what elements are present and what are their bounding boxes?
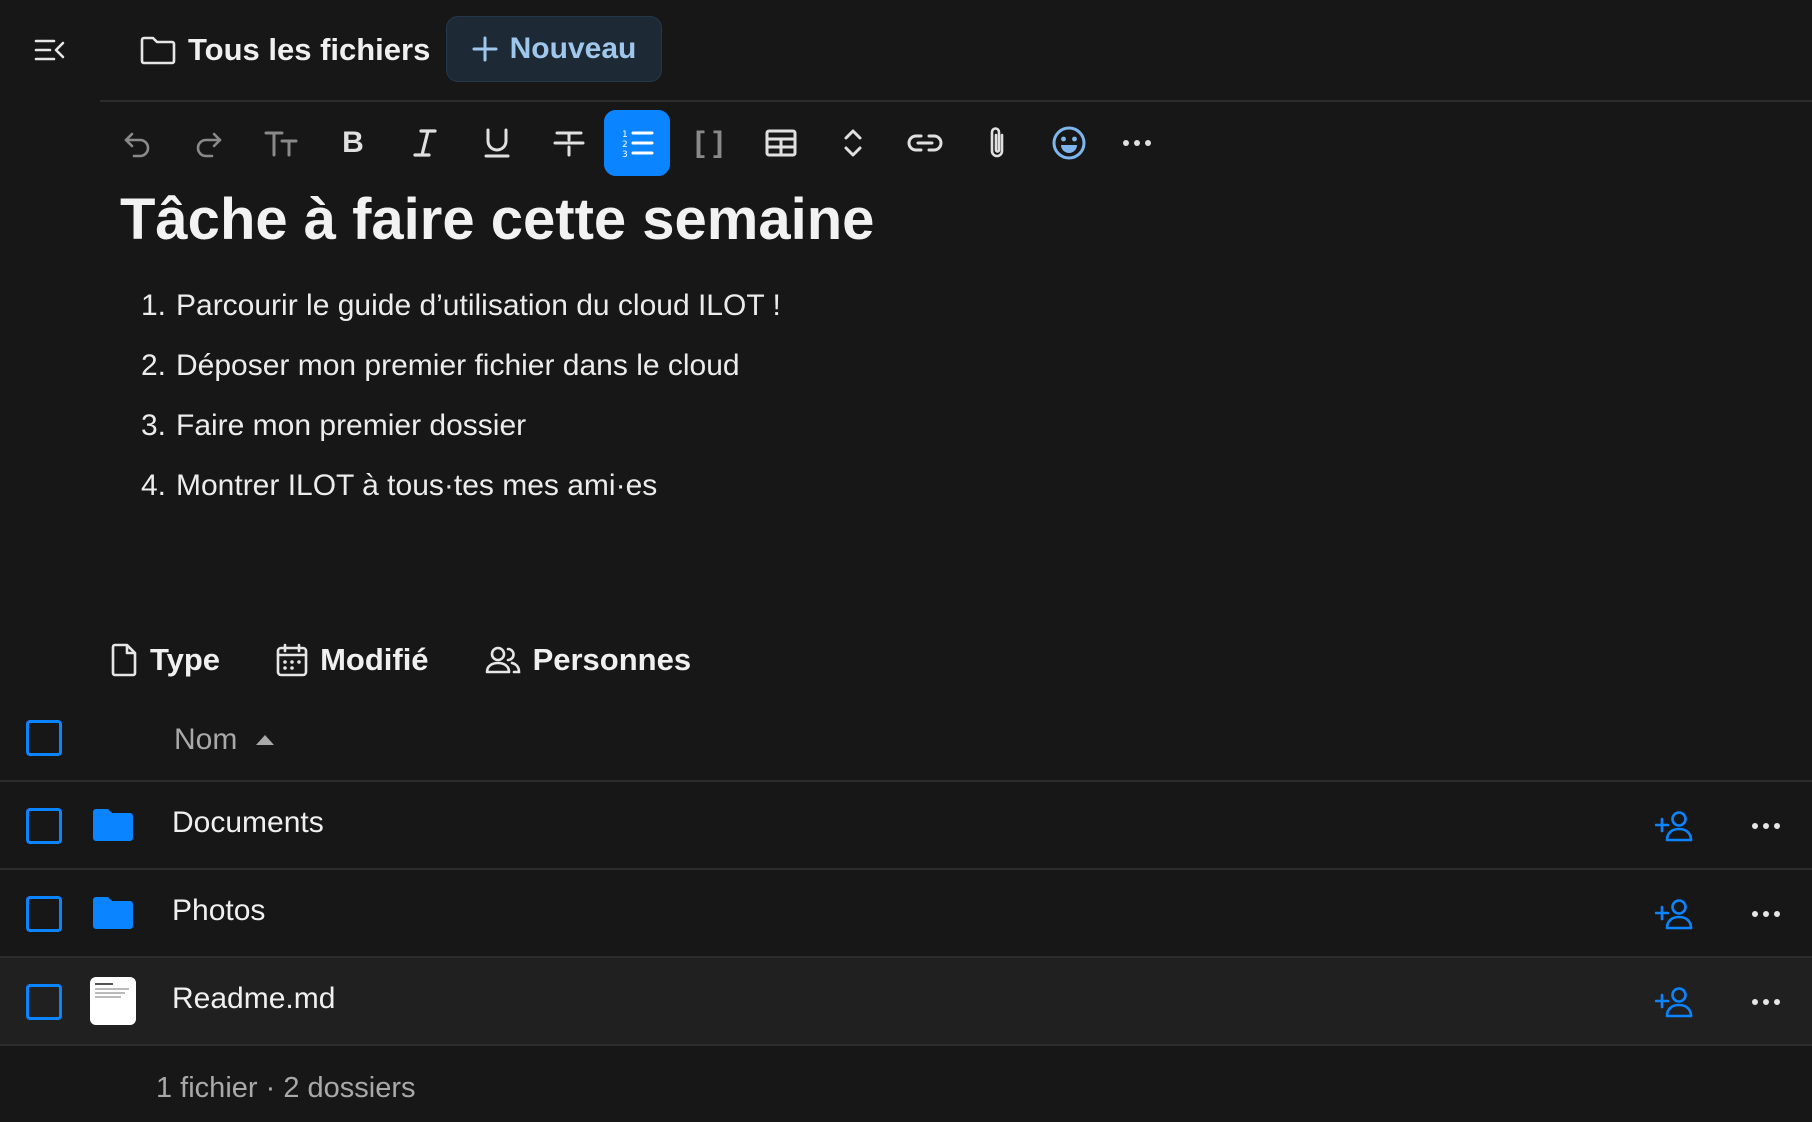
emoji-button[interactable]	[1036, 110, 1102, 176]
list-number: 4.	[140, 469, 166, 502]
file-name[interactable]: Documents	[172, 806, 324, 840]
undo-icon	[124, 132, 150, 158]
link-icon	[907, 134, 943, 152]
share-button[interactable]	[1652, 980, 1698, 1024]
more-icon	[1752, 823, 1780, 829]
table-icon	[765, 129, 797, 157]
underline-button[interactable]	[464, 110, 530, 176]
strikethrough-icon	[553, 131, 585, 157]
sidebar-toggle-button[interactable]	[28, 30, 72, 70]
ordered-list-icon: 123	[622, 130, 654, 159]
plus-icon	[472, 36, 498, 62]
filter-people[interactable]: Personnes	[485, 642, 692, 678]
more-icon	[1123, 140, 1151, 146]
name-column-label: Nom	[174, 723, 238, 756]
list-item-text: Parcourir le guide d’utilisation du clou…	[176, 289, 781, 322]
list-item: 2. Déposer mon premier fichier dans le cl…	[122, 336, 781, 396]
add-user-icon	[1655, 811, 1693, 842]
share-button[interactable]	[1652, 892, 1698, 936]
attachment-button[interactable]	[964, 110, 1030, 176]
brackets-icon: [ ]	[694, 126, 724, 159]
table-row[interactable]: Readme.md	[0, 958, 1812, 1046]
list-item-text: Faire mon premier dossier	[176, 409, 527, 442]
folder-icon	[90, 802, 136, 848]
italic-button[interactable]	[392, 110, 458, 176]
more-icon	[1752, 999, 1780, 1005]
filter-people-label: Personnes	[532, 642, 692, 677]
folder-outline-icon	[140, 36, 176, 65]
row-actions-button[interactable]	[1744, 804, 1788, 848]
row-actions-button[interactable]	[1744, 980, 1788, 1024]
filter-bar: Type Modifié Personnes	[110, 636, 747, 684]
folder-icon	[90, 890, 136, 936]
svg-text:1: 1	[622, 130, 628, 140]
undo-button[interactable]	[104, 110, 170, 176]
ordered-list-button[interactable]: 123	[604, 110, 670, 176]
row-checkbox[interactable]	[26, 896, 62, 932]
sort-ascending-icon	[256, 735, 275, 745]
people-icon	[485, 646, 520, 674]
row-actions-button[interactable]	[1744, 892, 1788, 936]
list-number: 2.	[140, 349, 166, 382]
file-thumbnail	[90, 977, 136, 1025]
svg-text:3: 3	[622, 150, 628, 159]
strikethrough-button[interactable]	[536, 110, 602, 176]
list-item-text: Montrer ILOT à tous·tes mes ami·es	[176, 469, 658, 502]
calendar-icon	[276, 643, 308, 677]
italic-icon	[413, 129, 437, 157]
breadcrumb-all-files[interactable]: Tous les fichiers	[140, 28, 430, 72]
headings-button[interactable]	[248, 110, 314, 176]
filter-type[interactable]: Type	[110, 642, 220, 678]
add-user-icon	[1655, 899, 1693, 930]
table-row[interactable]: Documents	[0, 782, 1812, 870]
redo-icon	[196, 132, 222, 158]
table-header: Nom	[0, 700, 1812, 782]
checklist-button[interactable]: [ ]	[676, 110, 742, 176]
link-button[interactable]	[892, 110, 958, 176]
more-toolbar-button[interactable]	[1104, 110, 1170, 176]
new-button[interactable]: Nouveau	[446, 16, 662, 82]
list-number: 3.	[140, 409, 166, 442]
header-divider	[100, 100, 1812, 102]
files-app: Tous les fichiers Nouveau B 1 2 3 [] Tâ…	[0, 0, 1812, 1122]
underline-icon	[484, 128, 510, 158]
text-size-icon	[264, 131, 298, 157]
list-item: 3. Faire mon premier dossier	[122, 396, 781, 456]
add-user-icon	[1655, 987, 1693, 1018]
list-item: 4. Montrer ILOT à tous·tes mes ami·es	[122, 456, 781, 516]
list-item-text: Déposer mon premier fichier dans le clou…	[176, 349, 740, 382]
emoji-icon	[1052, 126, 1086, 160]
file-count-summary: 1 fichier · 2 dossiers	[156, 1072, 416, 1104]
task-list[interactable]: 1. Parcourir le guide d’utilisation du cl…	[122, 276, 781, 516]
file-table: Nom Documents Photos Readme.md	[0, 700, 1812, 1046]
unfold-icon	[844, 129, 862, 157]
filter-modified-label: Modifié	[320, 642, 429, 677]
breadcrumb-label: Tous les fichiers	[188, 32, 431, 67]
share-button[interactable]	[1652, 804, 1698, 848]
row-checkbox[interactable]	[26, 808, 62, 844]
sort-by-name[interactable]: Nom	[174, 720, 275, 760]
select-all-checkbox[interactable]	[26, 720, 62, 756]
list-item: 1. Parcourir le guide d’utilisation du cl…	[122, 276, 781, 336]
file-name[interactable]: Photos	[172, 894, 265, 928]
list-number: 1.	[140, 289, 166, 322]
sidebar-toggle-icon	[34, 39, 65, 61]
collapse-button[interactable]	[820, 110, 886, 176]
bold-icon: B	[342, 126, 364, 159]
bold-button[interactable]: B	[320, 110, 386, 176]
file-icon	[111, 643, 137, 677]
redo-button[interactable]	[176, 110, 242, 176]
new-button-label: Nouveau	[509, 32, 637, 65]
file-name[interactable]: Readme.md	[172, 982, 335, 1016]
filter-type-label: Type	[150, 642, 221, 677]
document-title[interactable]: Tâche à faire cette semaine	[120, 186, 874, 253]
more-icon	[1752, 911, 1780, 917]
table-button[interactable]	[748, 110, 814, 176]
filter-modified[interactable]: Modifié	[276, 642, 429, 678]
row-checkbox[interactable]	[26, 984, 62, 1020]
svg-text:2: 2	[622, 140, 628, 150]
paperclip-icon	[990, 127, 1004, 158]
table-row[interactable]: Photos	[0, 870, 1812, 958]
